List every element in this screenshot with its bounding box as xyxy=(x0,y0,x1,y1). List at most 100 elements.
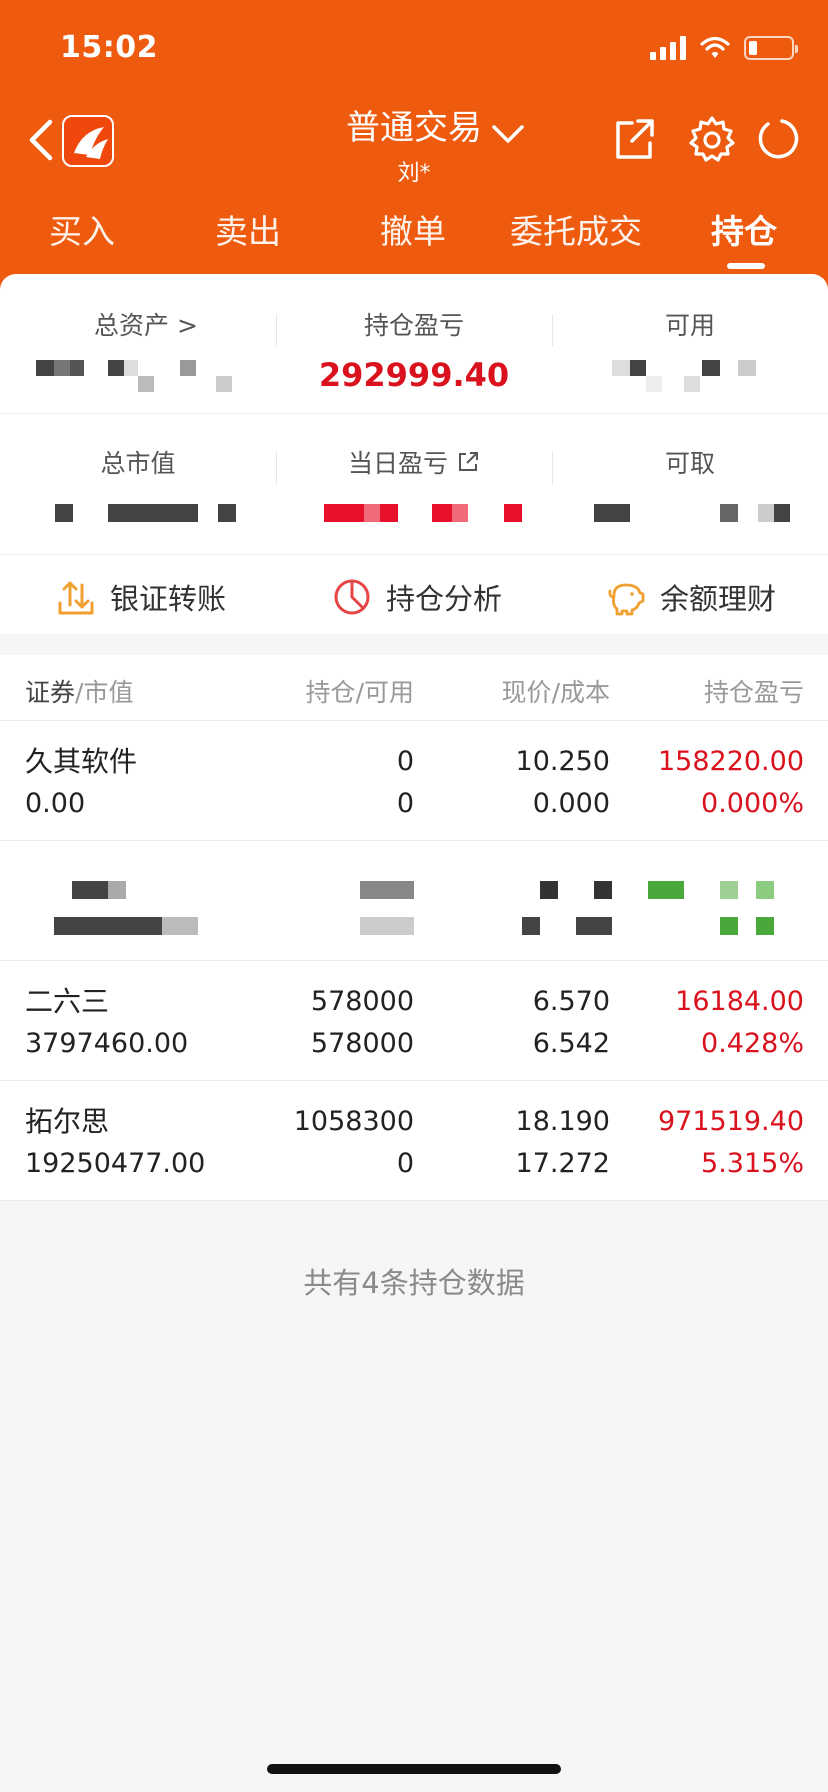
tab-cancel[interactable]: 撤单 xyxy=(380,205,446,253)
bank-securities-transfer-button[interactable]: 银证转账 xyxy=(56,577,226,617)
holding-cell: 1058300 0 xyxy=(294,1105,414,1181)
col-holding: 持仓/可用 xyxy=(306,673,414,709)
current-price: 6.570 xyxy=(532,986,610,1017)
available-qty: 0 xyxy=(396,1148,414,1179)
security-cell: 拓尔思 19250477.00 xyxy=(25,1105,205,1181)
refresh-icon[interactable] xyxy=(754,115,802,163)
col-security-text: 证券 xyxy=(25,678,76,707)
masked-block xyxy=(594,881,612,899)
price-cell: 6.570 6.542 xyxy=(533,985,610,1061)
holding-analysis-button[interactable]: 持仓分析 xyxy=(332,577,502,617)
tab-bar: 买入 卖出 撤单 委托成交 持仓 xyxy=(0,205,828,265)
tab-holdings[interactable]: 持仓 xyxy=(711,205,777,253)
position-pnl-value: 292999.40 xyxy=(318,356,510,394)
share-icon[interactable] xyxy=(610,115,658,163)
security-cell: 二六三 3797460.00 xyxy=(25,985,188,1061)
table-row[interactable]: 久其软件 0.00 0 0 10.250 0.000 158220.00 0.0… xyxy=(0,721,828,841)
position-pnl-label: 持仓盈亏 xyxy=(363,311,464,340)
pnl-cell: 16184.00 0.428% xyxy=(675,985,804,1061)
withdrawable-label: 可取 xyxy=(664,449,715,478)
masked-block xyxy=(756,881,774,899)
pnl-amount: 971519.40 xyxy=(657,1106,804,1137)
masked-block xyxy=(576,917,612,935)
holding-analysis-label: 持仓分析 xyxy=(386,582,503,616)
col-available-text: /可用 xyxy=(355,678,414,707)
masked-block xyxy=(360,917,414,935)
masked-block xyxy=(522,917,540,935)
masked-block xyxy=(54,917,162,935)
tab-orders-fills[interactable]: 委托成交 xyxy=(510,205,642,253)
holding-cell: 578000 578000 xyxy=(311,985,414,1061)
col-price-text: 现价 xyxy=(501,678,552,707)
back-icon[interactable] xyxy=(26,118,56,162)
app-logo xyxy=(62,115,114,167)
status-icons xyxy=(650,36,798,60)
pnl-percent: 0.000% xyxy=(701,788,804,819)
col-security: 证券/市值 xyxy=(25,673,133,709)
masked-block xyxy=(72,881,108,899)
market-value-masked xyxy=(0,494,276,534)
battery-icon xyxy=(744,36,798,60)
price-cell: 18.190 17.272 xyxy=(516,1105,610,1181)
masked-block xyxy=(720,881,738,899)
withdrawable-funds: 可取 xyxy=(552,444,828,534)
total-assets[interactable]: 总资产 > xyxy=(8,306,284,396)
gear-icon[interactable] xyxy=(688,115,736,163)
pnl-amount: 16184.00 xyxy=(675,986,804,1017)
security-name: 二六三 xyxy=(25,985,110,1018)
chevron-down-icon[interactable] xyxy=(490,118,526,148)
market-value-label: 总市值 xyxy=(100,449,176,478)
pnl-cell: 971519.40 5.315% xyxy=(658,1105,804,1181)
balance-wealth-button[interactable]: 余额理财 xyxy=(606,577,776,617)
daily-pnl-label: 当日盈亏 xyxy=(276,444,552,480)
masked-block xyxy=(108,881,126,899)
divider xyxy=(0,554,828,555)
table-row-masked[interactable] xyxy=(0,841,828,961)
table-row[interactable]: 二六三 3797460.00 578000 578000 6.570 6.542… xyxy=(0,961,828,1081)
table-row[interactable]: 拓尔思 19250477.00 1058300 0 18.190 17.272 … xyxy=(0,1081,828,1201)
table-header: 证券/市值 持仓/可用 现价/成本 持仓盈亏 xyxy=(0,655,828,721)
holding-qty: 0 xyxy=(396,746,414,777)
daily-pnl[interactable]: 当日盈亏 xyxy=(276,444,552,534)
pnl-amount: 158220.00 xyxy=(657,746,804,777)
tab-sell[interactable]: 卖出 xyxy=(215,205,281,253)
holding-qty: 1058300 xyxy=(293,1106,414,1137)
total-assets-label: 总资产 > xyxy=(94,311,198,340)
available-funds: 可用 xyxy=(552,306,828,396)
total-market-value: 总市值 xyxy=(0,444,276,534)
col-pnl: 持仓盈亏 xyxy=(703,678,804,707)
daily-pnl-value-masked xyxy=(276,494,552,534)
security-cell: 久其软件 0.00 xyxy=(25,745,137,821)
available-value-masked xyxy=(552,356,828,396)
current-price: 18.190 xyxy=(515,1106,610,1137)
col-market-value-text: /市值 xyxy=(75,678,134,707)
home-indicator[interactable] xyxy=(267,1764,561,1774)
pnl-cell: 158220.00 0.000% xyxy=(658,745,804,821)
pnl-percent: 5.315% xyxy=(701,1148,804,1179)
market-value: 3797460.00 xyxy=(25,1028,189,1059)
total-assets-value-masked xyxy=(8,356,284,396)
battery-level xyxy=(749,41,757,55)
available-qty: 0 xyxy=(396,788,414,819)
price-cell: 10.250 0.000 xyxy=(516,745,610,821)
divider xyxy=(0,413,828,414)
col-price: 现价/成本 xyxy=(502,673,610,709)
upload-transfer-icon xyxy=(58,581,94,615)
holdings-table: 证券/市值 持仓/可用 现价/成本 持仓盈亏 久其软件 0.00 0 0 10.… xyxy=(0,655,828,1201)
account-name: 刘* xyxy=(397,161,431,186)
masked-block xyxy=(162,917,198,935)
col-cost-text: /成本 xyxy=(551,678,610,707)
tab-buy[interactable]: 买入 xyxy=(49,205,115,253)
active-tab-indicator xyxy=(727,263,765,269)
security-name: 拓尔思 xyxy=(25,1105,110,1138)
balance-wealth-label: 余额理财 xyxy=(660,582,777,616)
cost-price: 6.542 xyxy=(532,1028,610,1059)
masked-block xyxy=(756,917,774,935)
masked-block xyxy=(540,881,558,899)
pnl-percent: 0.428% xyxy=(701,1028,804,1059)
wifi-icon xyxy=(700,36,730,58)
daily-pnl-label-text: 当日盈亏 xyxy=(348,449,449,478)
cost-price: 17.272 xyxy=(515,1148,610,1179)
market-value: 19250477.00 xyxy=(25,1148,206,1179)
masked-block xyxy=(648,881,684,899)
